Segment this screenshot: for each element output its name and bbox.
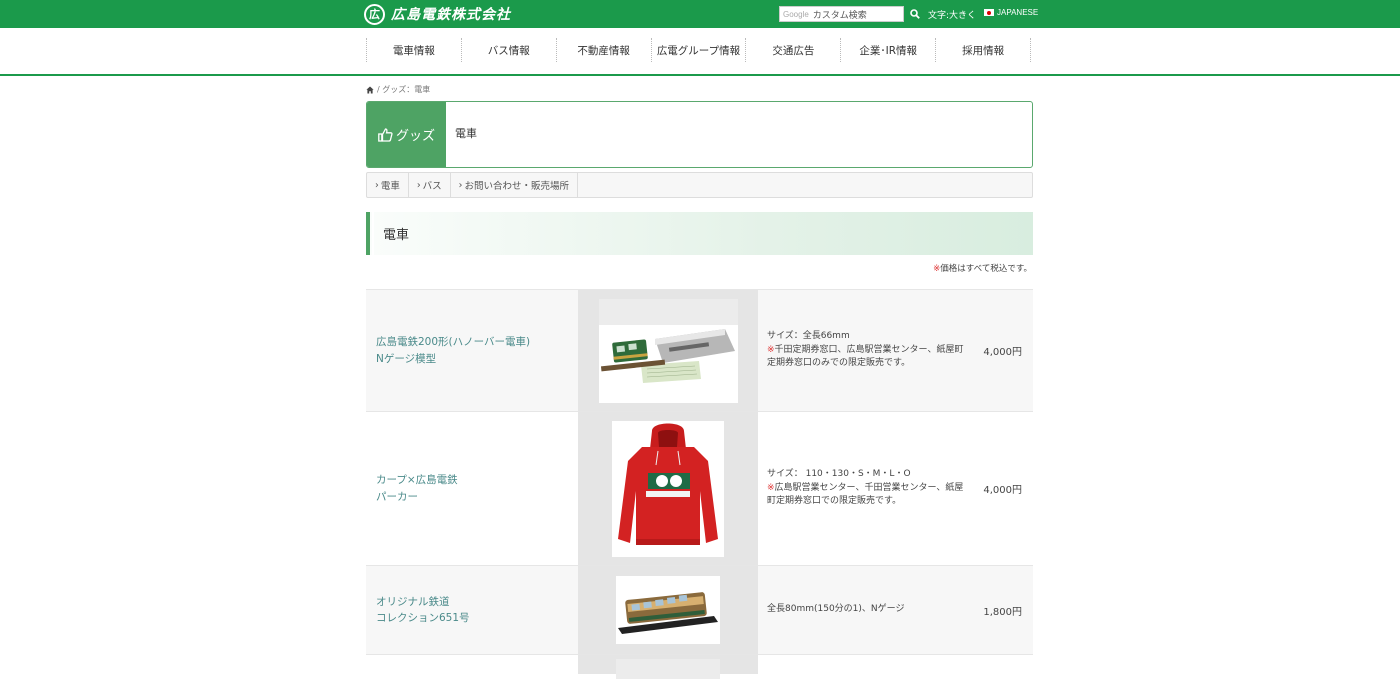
product-price: [968, 655, 1033, 674]
product-price: 4,000円: [983, 485, 1022, 496]
section-heading: 電車: [366, 212, 1033, 255]
note-mark: ※: [767, 344, 775, 355]
product-note-text: 広島駅営業センター、千田営業センター、紙屋町定期券窓口での限定販売です。: [767, 482, 964, 507]
subnav-item-bus[interactable]: › バス: [409, 173, 451, 197]
tram-model-image[interactable]: [598, 298, 738, 403]
site-logo[interactable]: 広 広島電鉄株式会社: [364, 3, 511, 25]
category-label: グッズ: [367, 102, 446, 167]
search-input[interactable]: Google カスタム検索: [779, 6, 904, 22]
chevron-right-icon: ›: [458, 179, 463, 191]
logo-mark-icon: 広: [364, 3, 385, 25]
product-name-line: Nゲージ模型: [376, 352, 437, 365]
tax-note: ※価格はすべて税込です。: [933, 262, 1032, 274]
product-image-cell: [578, 655, 758, 679]
product-price: 1,800円: [983, 606, 1022, 618]
nav-item-corporate-ir[interactable]: 企業･IR情報: [841, 38, 937, 62]
language-label: JAPANESE: [997, 8, 1039, 17]
subnav-item-label: バス: [422, 181, 442, 192]
category-title: 電車: [455, 127, 477, 140]
subnav-item-label: お問い合わせ・販売場所: [464, 181, 569, 192]
table-row: [366, 654, 1033, 679]
nav-item-advertising[interactable]: 交通広告: [746, 38, 842, 62]
product-description: サイズ： 110・130・S・M・L・O ※広島駅営業センター、千田営業センター…: [758, 412, 968, 565]
category-label-text: グッズ: [395, 129, 435, 144]
product-image-cell: [578, 290, 758, 411]
breadcrumb: / グッズ：電車: [366, 84, 430, 95]
product-name-line: パーカー: [376, 490, 418, 503]
product-name-line: 広島電鉄200形(ハノーバー電車): [376, 336, 531, 349]
product-name-line: カープ×広島電鉄: [376, 474, 458, 487]
product-spec: サイズ： 110・130・S・M・L・O: [767, 468, 911, 479]
product-name[interactable]: [366, 655, 578, 674]
product-note-text: 千田定期券窓口、広島駅営業センター、紙屋町定期券窓口のみでの限定販売です。: [767, 344, 964, 369]
search-icon: [910, 9, 920, 19]
nav-item-bus[interactable]: バス情報: [462, 38, 557, 62]
site-search: Google カスタム検索: [779, 6, 923, 22]
product-note: ※千田定期券窓口、広島駅営業センター、紙屋町定期券窓口のみでの限定販売です。: [767, 344, 968, 372]
subnav-item-train[interactable]: › 電車: [367, 173, 409, 197]
product-description: [758, 655, 968, 674]
product-description: 全長80mm(150分の1)、Nゲージ: [758, 566, 968, 654]
product-image-cell: [578, 412, 758, 565]
table-row: 広島電鉄200形(ハノーバー電車) Nゲージ模型 サイズ：全長66mm ※千田定…: [366, 289, 1033, 411]
search-brand: Google: [783, 9, 809, 19]
product-name[interactable]: オリジナル鉄道 コレクション651号: [366, 566, 578, 654]
product-name-line: オリジナル鉄道: [376, 595, 450, 608]
product-name-line: コレクション651号: [376, 612, 470, 624]
language-switch[interactable]: JAPANESE: [984, 8, 1038, 17]
global-nav: 電車情報 バス情報 不動産情報 広電グループ情報 交通広告 企業･IR情報 採用…: [0, 28, 1400, 76]
nav-item-train[interactable]: 電車情報: [367, 38, 462, 62]
product-name[interactable]: 広島電鉄200形(ハノーバー電車) Nゲージ模型: [366, 290, 578, 411]
search-placeholder: カスタム検索: [812, 10, 867, 21]
product-price: 4,000円: [983, 347, 1022, 358]
product-image-cell: [578, 566, 758, 654]
product-name[interactable]: カープ×広島電鉄 パーカー: [366, 412, 578, 565]
product-description: サイズ：全長66mm ※千田定期券窓口、広島駅営業センター、紙屋町定期券窓口のみ…: [758, 290, 968, 411]
tax-note-text: 価格はすべて税込です。: [940, 264, 1032, 274]
nav-item-group[interactable]: 広電グループ情報: [652, 38, 747, 62]
table-row: カープ×広島電鉄 パーカー サイズ： 110・130・S・M・L・O ※広島駅営: [366, 411, 1033, 565]
thumbs-up-icon: [378, 127, 393, 142]
product-table: 広島電鉄200形(ハノーバー電車) Nゲージ模型 サイズ：全長66mm ※千田定…: [366, 289, 1033, 679]
tram-collection-image[interactable]: [616, 576, 720, 644]
product-note: ※広島駅営業センター、千田営業センター、紙屋町定期券窓口での限定販売です。: [767, 482, 968, 510]
table-row: オリジナル鉄道 コレクション651号 全長80mm(150分の1)、Nゲージ 1…: [366, 565, 1033, 654]
subnav-item-contact[interactable]: › お問い合わせ・販売場所: [451, 173, 578, 197]
note-mark: ※: [767, 482, 775, 493]
product-spec: 全長80mm(150分の1)、Nゲージ: [767, 604, 905, 615]
sub-nav: › 電車 › バス › お問い合わせ・販売場所: [366, 172, 1033, 198]
font-size-toggle[interactable]: 文字:大きく: [928, 8, 976, 21]
chevron-right-icon: ›: [375, 179, 379, 191]
breadcrumb-path: / グッズ：電車: [377, 85, 431, 94]
subnav-item-label: 電車: [380, 181, 400, 192]
chevron-right-icon: ›: [416, 179, 421, 191]
category-header: グッズ 電車: [366, 101, 1033, 168]
home-icon[interactable]: [366, 86, 374, 94]
search-button[interactable]: [907, 6, 923, 22]
top-bar: 広 広島電鉄株式会社 Google カスタム検索 文字:大きく JAPANESE: [0, 0, 1400, 28]
japan-flag-icon: [984, 9, 994, 16]
nav-item-recruit[interactable]: 採用情報: [936, 38, 1032, 62]
product-spec: サイズ：全長66mm: [767, 330, 850, 341]
logo-text: 広島電鉄株式会社: [391, 7, 511, 23]
nav-item-real-estate[interactable]: 不動産情報: [557, 38, 652, 62]
hoodie-image[interactable]: [612, 420, 724, 557]
product-image[interactable]: [616, 658, 720, 679]
